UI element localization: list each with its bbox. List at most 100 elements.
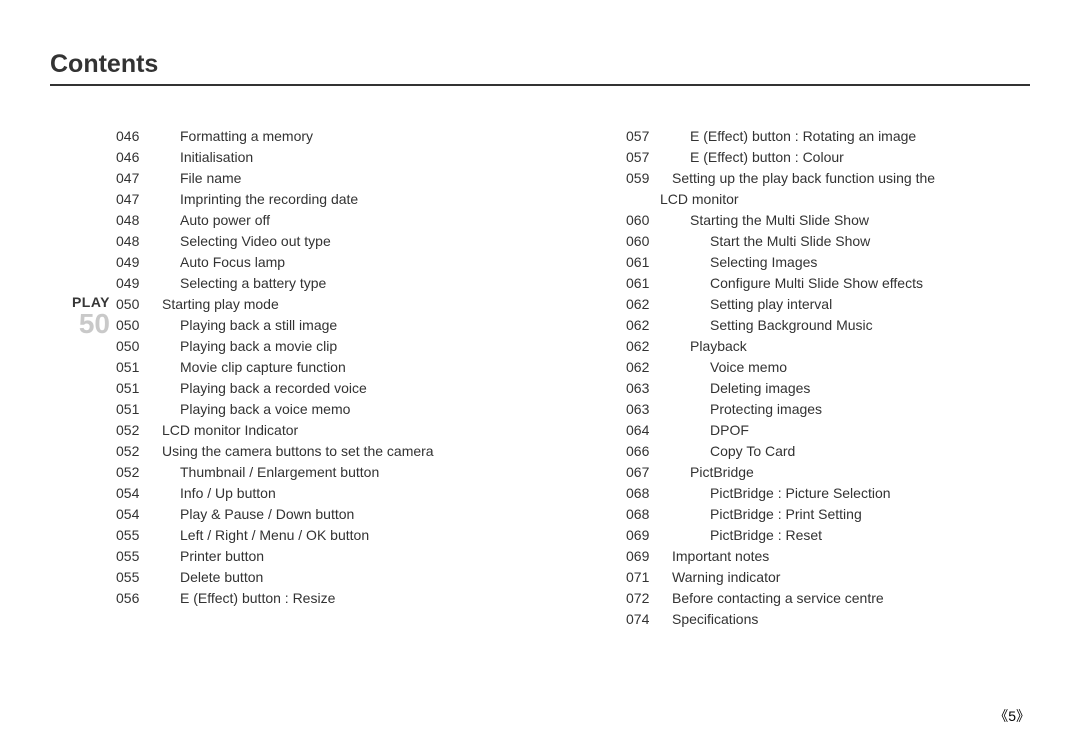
toc-row[interactable]: 052 Using the camera buttons to set the c… bbox=[116, 441, 520, 462]
toc-row[interactable]: 057 E (Effect) button : Colour bbox=[626, 147, 1030, 168]
toc-row[interactable]: 055Delete button bbox=[116, 567, 520, 588]
toc-text: Specifications bbox=[672, 609, 1030, 630]
toc-row[interactable]: 062 Setting play interval bbox=[626, 294, 1030, 315]
toc-page-number: 057 bbox=[626, 147, 660, 168]
toc-row[interactable]: 050Starting play mode bbox=[116, 294, 520, 315]
toc-text: Deleting images bbox=[672, 378, 1030, 399]
toc-text: PictBridge : Reset bbox=[672, 525, 1030, 546]
toc-text: Thumbnail / Enlargement button bbox=[162, 462, 520, 483]
toc-text: Info / Up button bbox=[162, 483, 520, 504]
toc-row[interactable]: 046Formatting a memory bbox=[116, 126, 520, 147]
toc-page-number: 047 bbox=[116, 168, 150, 189]
toc-row[interactable]: 072 Before contacting a service centre bbox=[626, 588, 1030, 609]
toc-text: Movie clip capture function bbox=[162, 357, 520, 378]
toc-row[interactable]: 061Selecting Images bbox=[626, 252, 1030, 273]
toc-text: LCD monitor Indicator bbox=[162, 420, 520, 441]
toc-row[interactable]: 063 Protecting images bbox=[626, 399, 1030, 420]
toc-row[interactable]: 050 Playing back a movie clip bbox=[116, 336, 520, 357]
toc-page-number: 072 bbox=[626, 588, 660, 609]
toc-page-number: 060 bbox=[626, 231, 660, 252]
toc-row[interactable]: 069Important notes bbox=[626, 546, 1030, 567]
toc-row[interactable]: 071Warning indicator bbox=[626, 567, 1030, 588]
toc-text: Setting Background Music bbox=[672, 315, 1030, 336]
toc-page-number: 049 bbox=[116, 273, 150, 294]
toc-row[interactable]: 068PictBridge : Print Setting bbox=[626, 504, 1030, 525]
toc-text: PictBridge : Picture Selection bbox=[672, 483, 1030, 504]
toc-row[interactable]: 074Specifications bbox=[626, 609, 1030, 630]
toc-row[interactable]: 047 File name bbox=[116, 168, 520, 189]
toc-row[interactable]: 048Selecting Video out type bbox=[116, 231, 520, 252]
toc-row[interactable]: 067PictBridge bbox=[626, 462, 1030, 483]
toc-page-number: 056 bbox=[116, 588, 150, 609]
toc-text: Playing back a movie clip bbox=[162, 336, 520, 357]
toc-row[interactable]: 051Playing back a recorded voice bbox=[116, 378, 520, 399]
toc-row[interactable]: 062Voice memo bbox=[626, 357, 1030, 378]
toc-page-number: 057 bbox=[626, 126, 660, 147]
toc-page-number: 069 bbox=[626, 525, 660, 546]
toc-row[interactable]: 061Configure Multi Slide Show effects bbox=[626, 273, 1030, 294]
toc-row[interactable]: 052LCD monitor Indicator bbox=[116, 420, 520, 441]
left-column: PLAY50 046Formatting a memory046Initiali… bbox=[50, 126, 520, 630]
toc-row[interactable]: 055Left / Right / Menu / OK button bbox=[116, 525, 520, 546]
page: Contents PLAY50 046Formatting a memory04… bbox=[0, 0, 1080, 746]
toc-row[interactable]: 047Imprinting the recording date bbox=[116, 189, 520, 210]
toc-page-number: 069 bbox=[626, 546, 660, 567]
toc-row[interactable]: 049Selecting a battery type bbox=[116, 273, 520, 294]
toc-row[interactable]: LCD monitor bbox=[626, 189, 1030, 210]
toc-row[interactable]: 055Printer button bbox=[116, 546, 520, 567]
toc-page-number: 071 bbox=[626, 567, 660, 588]
toc-page-number: 063 bbox=[626, 399, 660, 420]
toc-row[interactable]: 059Setting up the play back function usi… bbox=[626, 168, 1030, 189]
toc-row[interactable]: 051Playing back a voice memo bbox=[116, 399, 520, 420]
toc-page-number bbox=[626, 189, 660, 210]
toc-text: Formatting a memory bbox=[162, 126, 520, 147]
toc-list-left: 046Formatting a memory046Initialisation0… bbox=[116, 126, 520, 630]
toc-row[interactable]: 068PictBridge : Picture Selection bbox=[626, 483, 1030, 504]
toc-row[interactable]: 052Thumbnail / Enlargement button bbox=[116, 462, 520, 483]
toc-list-right: 057E (Effect) button : Rotating an image… bbox=[626, 126, 1030, 630]
toc-row[interactable]: 066Copy To Card bbox=[626, 441, 1030, 462]
section-number: 50 bbox=[50, 310, 110, 338]
toc-row[interactable]: 060Starting the Multi Slide Show bbox=[626, 210, 1030, 231]
toc-text: Protecting images bbox=[672, 399, 1030, 420]
toc-row[interactable]: 062Playback bbox=[626, 336, 1030, 357]
toc-row[interactable]: 069 PictBridge : Reset bbox=[626, 525, 1030, 546]
toc-text: File name bbox=[162, 168, 520, 189]
toc-row[interactable]: 057E (Effect) button : Rotating an image bbox=[626, 126, 1030, 147]
toc-row[interactable]: 056 E (Effect) button : Resize bbox=[116, 588, 520, 609]
toc-text: Setting play interval bbox=[672, 294, 1030, 315]
toc-page-number: 050 bbox=[116, 336, 150, 357]
toc-text: Auto power off bbox=[162, 210, 520, 231]
toc-text: LCD monitor bbox=[660, 189, 1030, 210]
toc-text: Playing back a still image bbox=[162, 315, 520, 336]
toc-text: DPOF bbox=[672, 420, 1030, 441]
section-label-slot bbox=[560, 126, 626, 630]
toc-page-number: 052 bbox=[116, 441, 150, 462]
toc-page-number: 062 bbox=[626, 357, 660, 378]
toc-row[interactable]: 063Deleting images bbox=[626, 378, 1030, 399]
toc-text: Using the camera buttons to set the came… bbox=[162, 441, 520, 462]
toc-row[interactable]: 064DPOF bbox=[626, 420, 1030, 441]
toc-page-number: 062 bbox=[626, 294, 660, 315]
toc-text: Configure Multi Slide Show effects bbox=[672, 273, 1030, 294]
toc-row[interactable]: 054Info / Up button bbox=[116, 483, 520, 504]
toc-text: Setting up the play back function using … bbox=[672, 168, 1030, 189]
toc-page-number: 061 bbox=[626, 252, 660, 273]
toc-row[interactable]: 049Auto Focus lamp bbox=[116, 252, 520, 273]
right-column: 057E (Effect) button : Rotating an image… bbox=[560, 126, 1030, 630]
toc-row[interactable]: 060Start the Multi Slide Show bbox=[626, 231, 1030, 252]
toc-page-number: 051 bbox=[116, 378, 150, 399]
toc-text: E (Effect) button : Colour bbox=[672, 147, 1030, 168]
toc-page-number: 049 bbox=[116, 252, 150, 273]
toc-text: Printer button bbox=[162, 546, 520, 567]
toc-row[interactable]: 051Movie clip capture function bbox=[116, 357, 520, 378]
toc-row[interactable]: 050Playing back a still image bbox=[116, 315, 520, 336]
toc-row[interactable]: 046Initialisation bbox=[116, 147, 520, 168]
toc-row[interactable]: 062Setting Background Music bbox=[626, 315, 1030, 336]
toc-row[interactable]: 054Play & Pause / Down button bbox=[116, 504, 520, 525]
page-number: 《5》 bbox=[994, 706, 1030, 726]
toc-row[interactable]: 048Auto power off bbox=[116, 210, 520, 231]
toc-text: E (Effect) button : Resize bbox=[162, 588, 520, 609]
toc-text: Before contacting a service centre bbox=[672, 588, 1030, 609]
toc-page-number: 066 bbox=[626, 441, 660, 462]
